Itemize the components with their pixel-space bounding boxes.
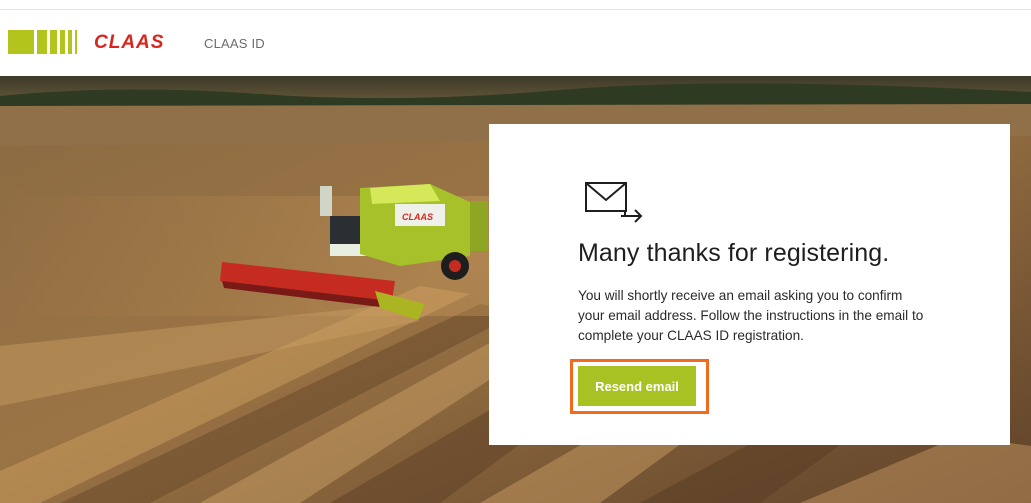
confirmation-card	[489, 124, 1010, 445]
confirmation-message: You will shortly receive an email asking…	[578, 288, 924, 343]
page-title: Many thanks for registering.	[578, 239, 890, 267]
mail-forward-icon	[585, 182, 643, 223]
claas-logo[interactable]: CLAAS	[94, 31, 166, 53]
claas-logo-bars	[8, 30, 80, 54]
claas-logo-text: CLAAS	[94, 32, 164, 53]
app-title: CLAAS ID	[204, 36, 265, 51]
resend-email-button[interactable]: Resend email	[578, 366, 696, 406]
combine-logo-text: CLAAS	[402, 212, 433, 222]
